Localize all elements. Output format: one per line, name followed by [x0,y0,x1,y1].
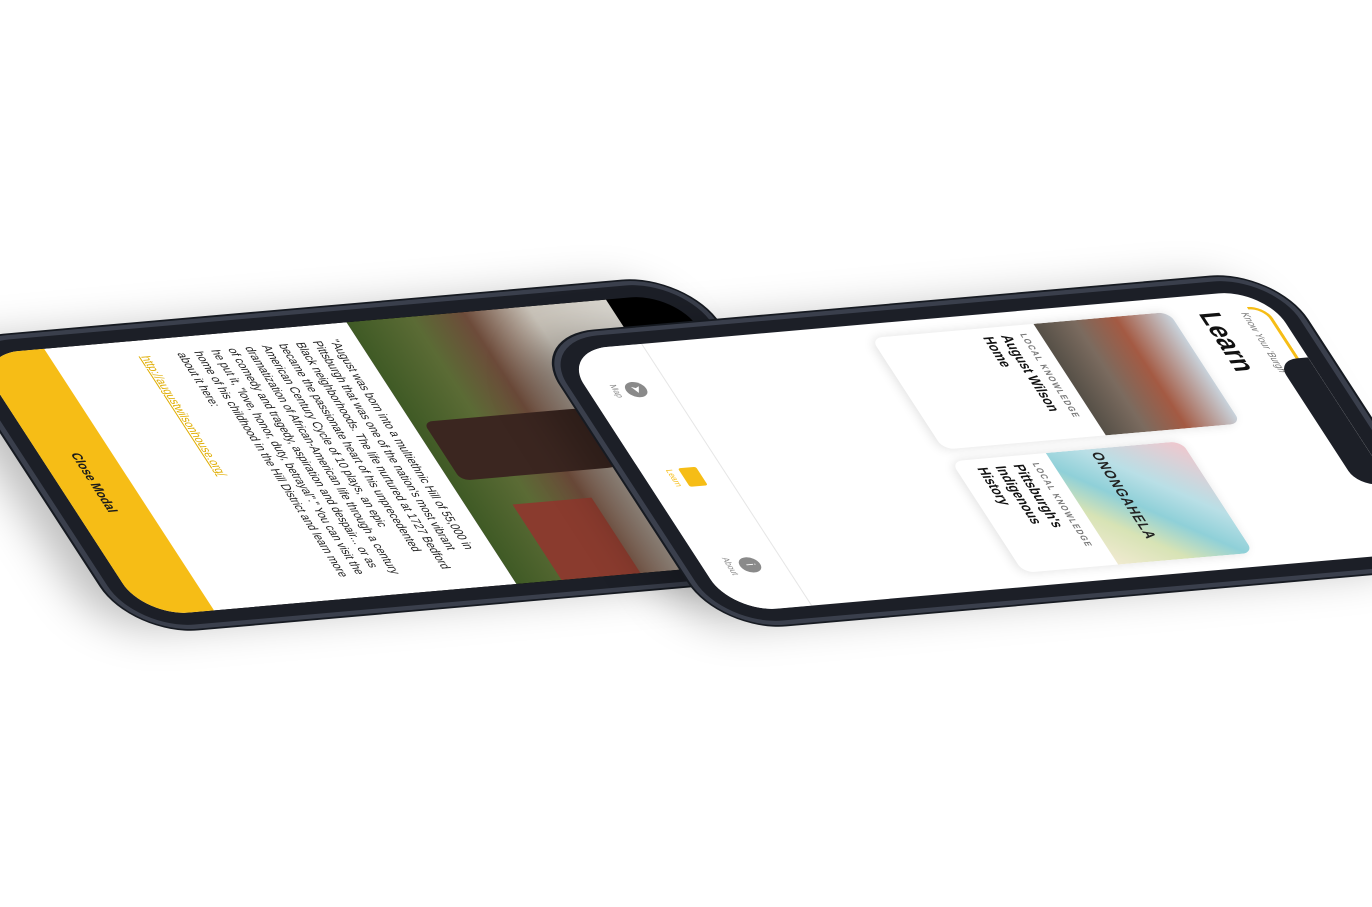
tab-about[interactable]: i About [720,555,766,575]
right-phone-screen: Know Your 'Burgh Learn LOCAL KNOWLEDGE A… [562,289,1372,613]
tab-learn[interactable]: Learn [663,466,709,487]
photo-building [512,497,641,581]
tab-map[interactable]: ➤ Map [607,380,652,399]
info-icon: i [735,556,766,573]
card-august-wilson-home[interactable]: LOCAL KNOWLEDGE August Wilson Home [870,311,1242,450]
card-indigenous-history[interactable]: ONONGAHELA LOCAL KNOWLEDGE Pittsburgh's … [951,441,1254,573]
compass-icon: ➤ [621,380,652,398]
map-label: ONONGAHELA [1087,451,1161,541]
phone-notch [1276,357,1372,486]
card-grid: LOCAL KNOWLEDGE August Wilson Home ONONG… [870,311,1321,573]
